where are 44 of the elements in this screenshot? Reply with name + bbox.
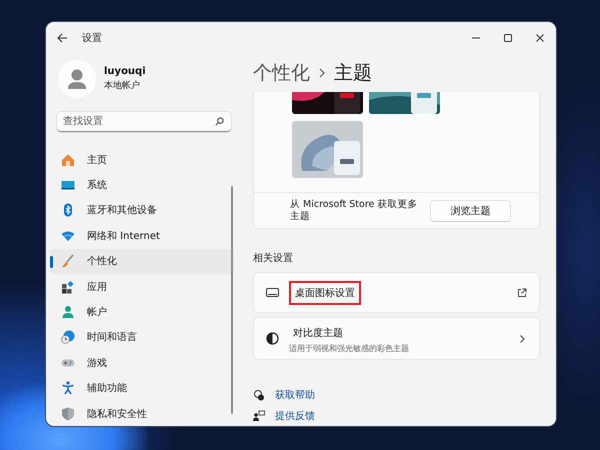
account-type: 本地帐户 <box>104 80 141 92</box>
search-icon[interactable] <box>215 117 224 126</box>
chevron-icon <box>319 68 325 78</box>
setting-title: 桌面图标设置 <box>289 280 361 304</box>
setting-card[interactable]: 对比度主题 适用于弱视和强光敏感的彩色主题 <box>253 317 540 360</box>
setting-card[interactable]: 桌面图标设置 <box>253 272 540 313</box>
bluetooth-icon <box>61 203 75 218</box>
back-icon[interactable] <box>56 32 68 44</box>
accessibility-icon <box>61 381 75 396</box>
store-text: 从 Microsoft Store 获取更多主题 <box>290 198 418 222</box>
sidebar-item[interactable]: 主页 <box>50 147 234 172</box>
user-name: luyouqi <box>104 66 146 77</box>
scrollbar[interactable] <box>231 186 233 414</box>
help-link[interactable]: 提供反馈 <box>275 409 315 423</box>
setting-description: 适用于弱视和强光敏感的彩色主题 <box>289 342 409 354</box>
feedback-icon <box>253 410 265 422</box>
sidebar-item[interactable]: 应用 <box>50 274 234 300</box>
close-icon[interactable] <box>535 33 545 43</box>
breadcrumb-link[interactable]: 个性化 <box>253 60 310 86</box>
sidebar-item[interactable]: 帐户 <box>50 299 234 325</box>
avatar <box>58 60 96 98</box>
sidebar-item[interactable]: 辅助功能 <box>50 376 234 401</box>
maximize-icon[interactable] <box>503 33 513 43</box>
search-field[interactable]: 查找设置 <box>57 112 231 132</box>
external-link-icon <box>517 288 527 298</box>
setting-title: 对比度主题 <box>292 326 344 340</box>
page-title: 主题 <box>334 61 372 86</box>
contrast-icon <box>266 332 279 345</box>
wifi-icon <box>61 228 75 243</box>
person-icon <box>61 305 75 320</box>
browse-themes-button[interactable]: 浏览主题 <box>430 200 511 222</box>
help-link[interactable]: 获取帮助 <box>275 388 315 402</box>
monitor-icon <box>61 178 75 192</box>
window-title: 设置 <box>82 32 102 45</box>
brush-icon <box>61 254 75 268</box>
chevron-icon <box>517 334 527 344</box>
help-icon <box>253 389 265 401</box>
shield-icon <box>61 406 75 421</box>
apps-icon <box>61 280 75 294</box>
globe-clock-icon <box>61 330 75 344</box>
sidebar-item[interactable]: 个性化 <box>50 248 234 274</box>
home-icon <box>61 152 75 167</box>
monitor-icon <box>266 286 279 299</box>
section-heading: 相关设置 <box>253 252 294 265</box>
